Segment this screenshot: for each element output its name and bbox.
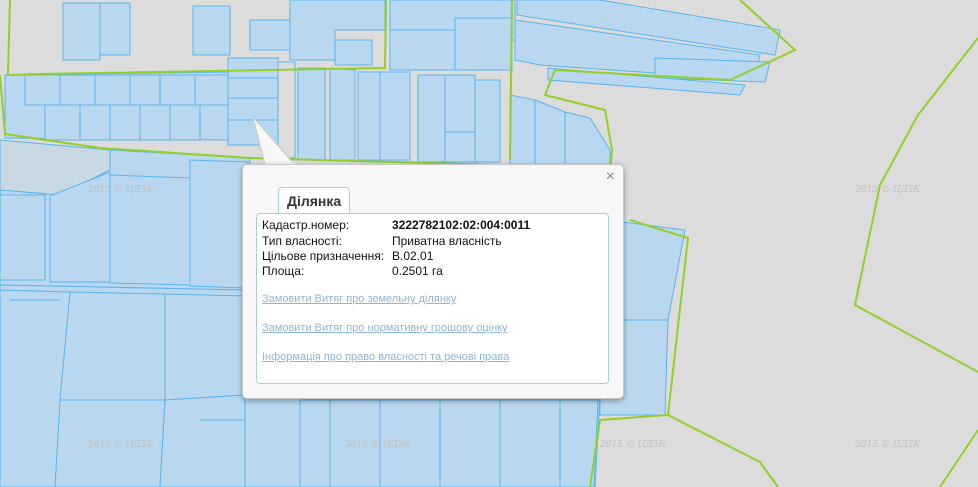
popup-pointer bbox=[252, 116, 297, 166]
ownership-rights-info-link[interactable]: Інформація про право власності та речові… bbox=[262, 351, 509, 363]
field-label: Кадастр.номер: bbox=[262, 218, 350, 232]
watermark: 2015 © ЦДЗК bbox=[599, 440, 666, 450]
parcel-info-popup: × Ділянка Кадастр.номер: 3222782102:02:0… bbox=[242, 164, 624, 399]
parcel-zone-south bbox=[244, 394, 601, 487]
close-icon[interactable]: × bbox=[606, 169, 615, 185]
tab-parcel[interactable]: Ділянка bbox=[278, 187, 351, 213]
watermark: 2015 © ЦДЗК bbox=[87, 440, 154, 450]
field-value: В.02.01 bbox=[392, 249, 434, 263]
field-label: Цільове призначення: bbox=[262, 249, 385, 263]
watermark: 2015 © ЦДЗК bbox=[344, 440, 411, 450]
field-value: 0.2501 га bbox=[392, 264, 443, 278]
watermark: 2015 © ЦДЗК bbox=[87, 185, 154, 195]
order-land-extract-link[interactable]: Замовити Витяг про земельну ділянку bbox=[262, 293, 456, 305]
field-value: Приватна власність bbox=[392, 234, 502, 248]
watermark: 2015 © ЦДЗК bbox=[854, 185, 921, 195]
watermark: 2015 © ЦДЗК bbox=[854, 440, 921, 450]
field-label: Тип власності: bbox=[262, 234, 342, 248]
parcel-details-panel: Кадастр.номер: 3222782102:02:004:0011 Ти… bbox=[256, 213, 609, 384]
field-value: 3222782102:02:004:0011 bbox=[392, 218, 531, 232]
field-label: Площа: bbox=[262, 264, 305, 278]
order-valuation-extract-link[interactable]: Замовити Витяг про нормативну грошову оц… bbox=[262, 322, 508, 334]
